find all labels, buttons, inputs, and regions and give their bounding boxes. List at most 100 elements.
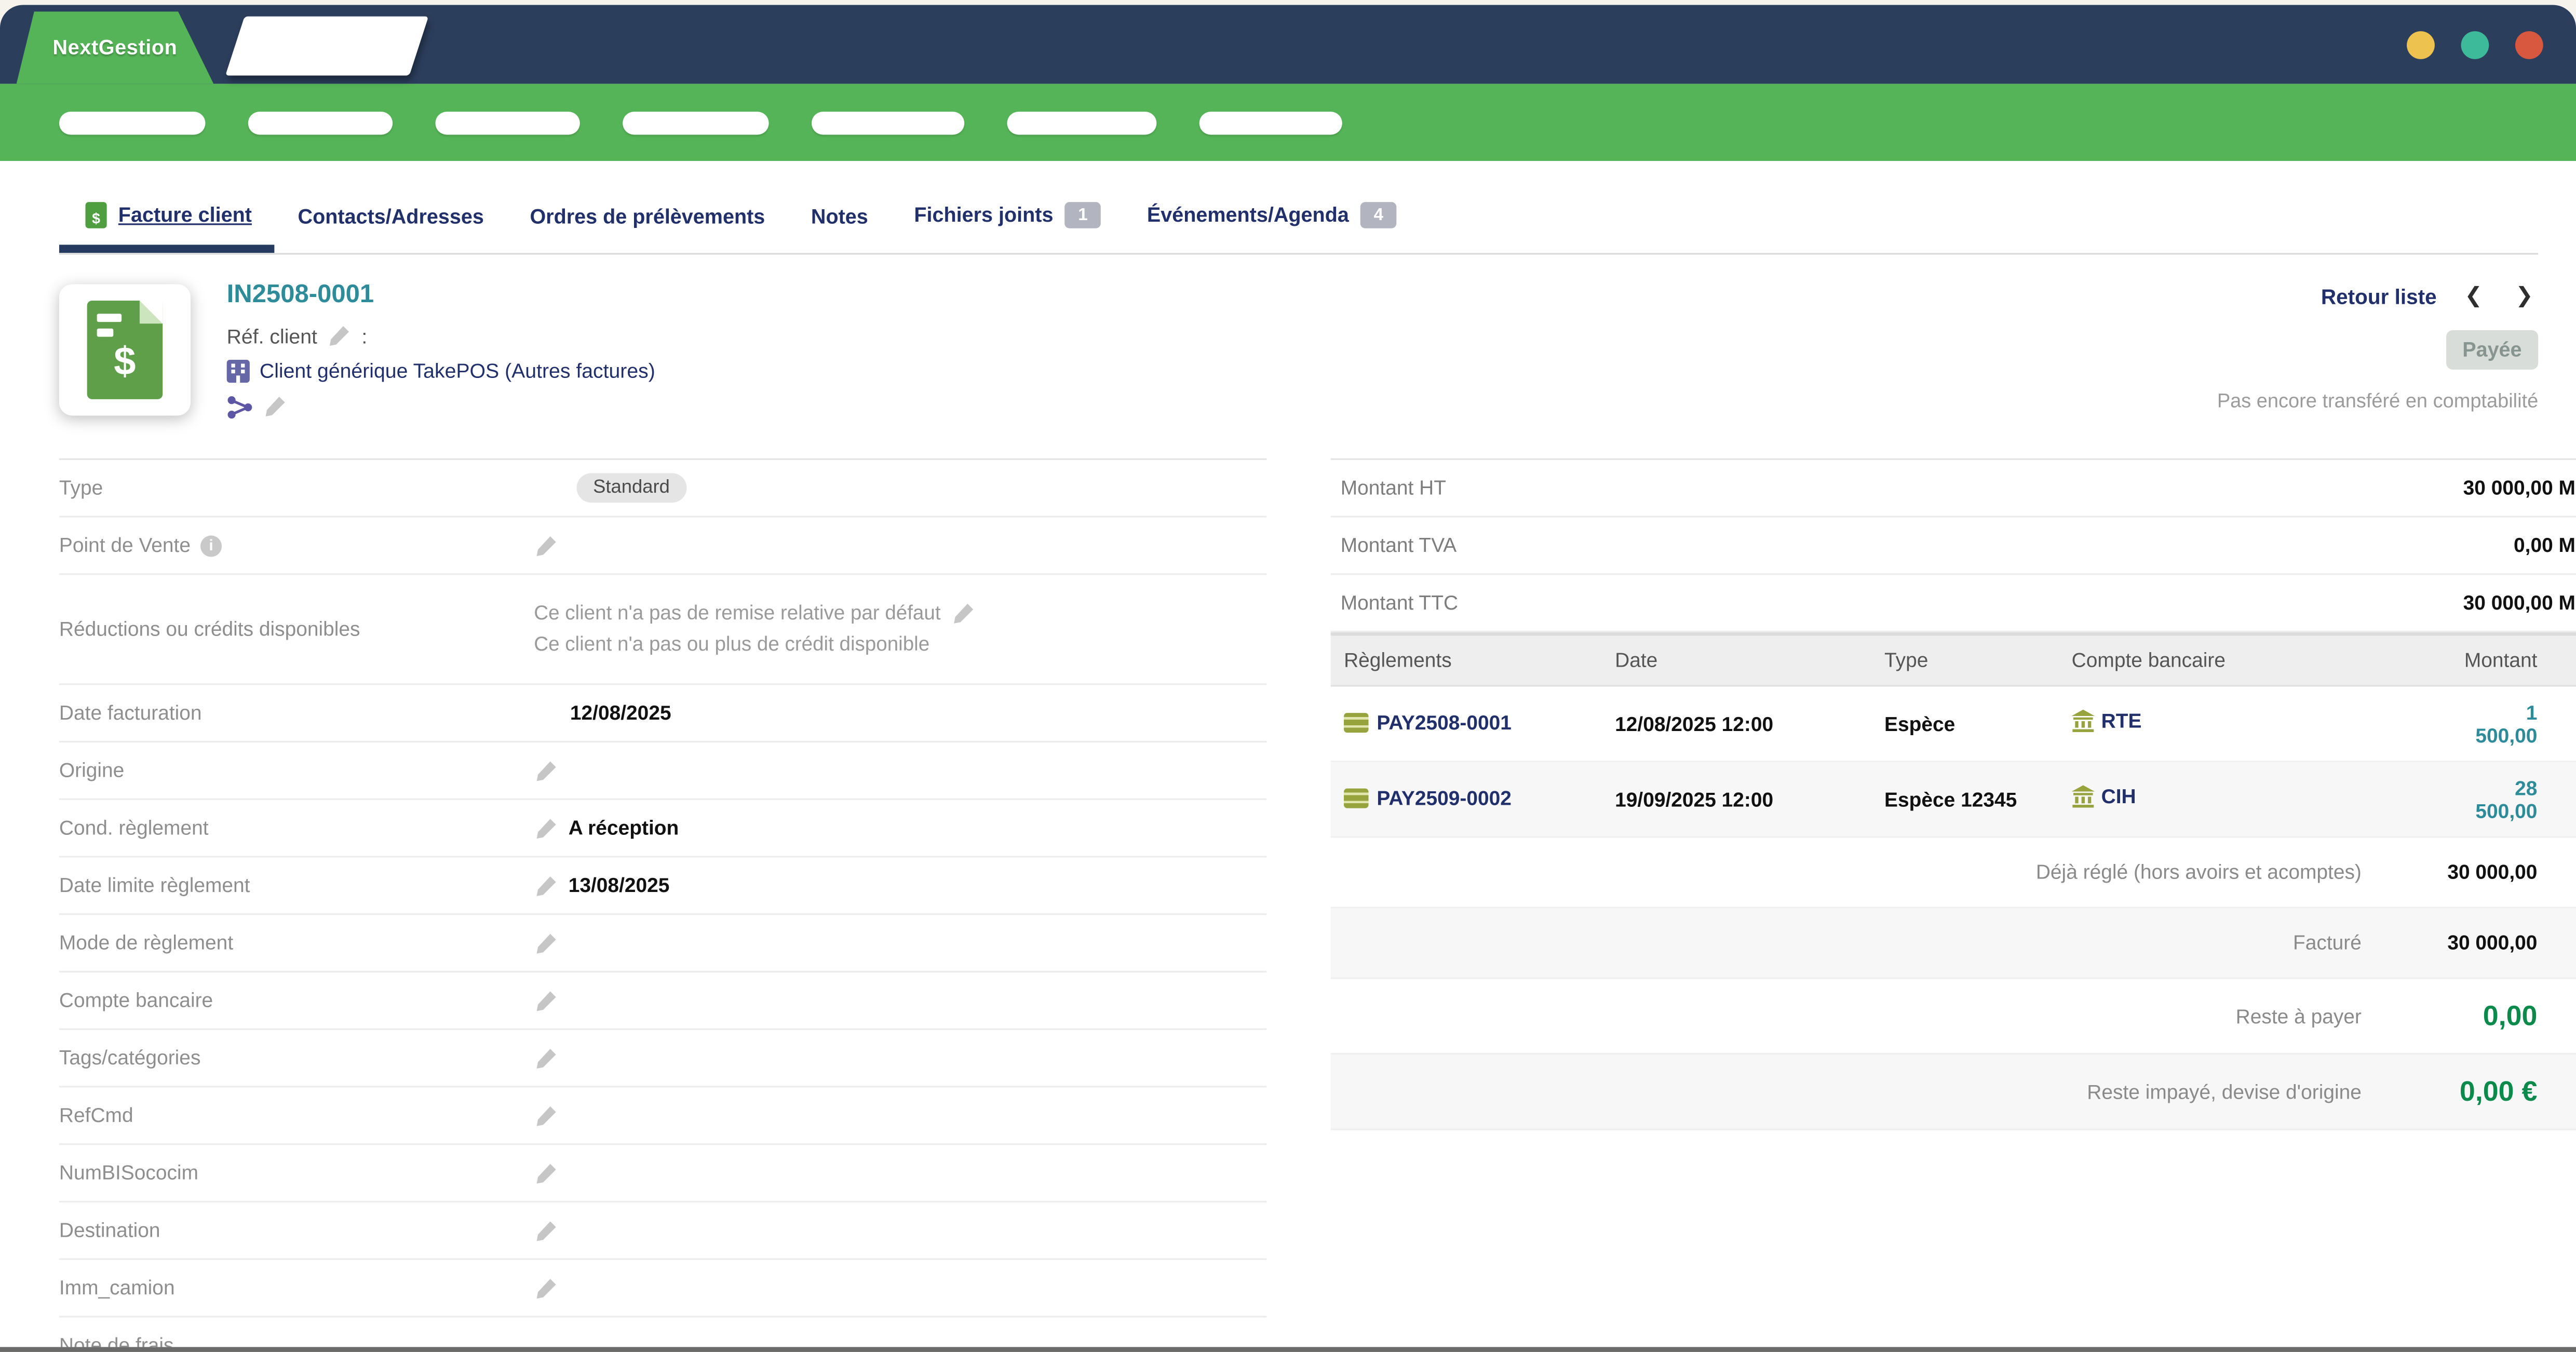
edit-project-icon[interactable] [263,394,287,418]
invoice-thumbnail-card: $ [59,284,191,415]
bank-icon [2072,710,2095,733]
row-label: Point de Vente [59,534,534,557]
tab-ordres-prelevements[interactable]: Ordres de prélèvements [507,205,788,253]
menu-item-placeholder[interactable] [812,111,964,134]
dollar-glyph: $ [87,340,163,386]
tab-facture-client[interactable]: Facture client [59,202,275,253]
edit-icon[interactable] [534,930,558,955]
amount-row-ttc: Montant TTC 30 000,00 MAD [1331,575,2576,632]
bank-icon [2072,785,2095,808]
edit-icon[interactable] [534,1160,558,1185]
total-label: Déjà réglé (hors avoirs et acomptes) [1331,861,2362,884]
page-content: Facture client Contacts/Adresses Ordres … [0,161,2576,1347]
payment-link[interactable]: PAY2509-0002 [1344,786,1512,809]
tab-contacts-adresses[interactable]: Contacts/Adresses [275,205,507,253]
menu-item-placeholder[interactable] [1007,111,1156,134]
row-label: Date limite règlement [59,874,534,897]
total-label: Reste impayé, devise d'origine [1331,1080,2362,1103]
row-label: Destination [59,1219,534,1242]
payments-table-header: Règlements Date Type Compte bancaire Mon… [1331,632,2576,686]
minimize-button[interactable] [2407,31,2435,59]
edit-icon[interactable] [534,873,558,898]
customer-link[interactable]: Client générique TakePOS (Autres facture… [260,360,655,383]
tab-notes[interactable]: Notes [788,205,891,253]
invoice-ref: IN2508-0001 [227,281,1849,310]
total-label: Reste à payer [1331,1005,2362,1027]
attachment-count-badge: 1 [1065,202,1101,228]
amounts-and-payments: Montant HT 30 000,00 MAD Montant TVA 0,0… [1331,458,2576,1130]
menu-item-placeholder[interactable] [1199,111,1342,134]
edit-icon[interactable] [534,1218,558,1242]
record-header-main: IN2508-0001 Réf. client : Client génériq… [227,278,1849,436]
edit-icon[interactable] [534,988,558,1012]
status-badge: Payée [2446,330,2539,370]
bank-account-link[interactable]: RTE [2072,710,2142,733]
app-window: NextGestion Facture clie [0,5,2576,1347]
table-row-cond-reglement: Cond. règlement A réception [59,800,1266,858]
tab-label: Ordres de prélèvements [530,205,765,228]
amount-label: Montant TVA [1341,534,1456,557]
edit-icon[interactable] [534,1046,558,1070]
amount-value: 30 000,00 MAD [2463,477,2576,499]
project-line [227,394,1849,418]
amount-value: 30 000,00 MAD [2463,591,2576,614]
table-row-note-de-frais: Note de frais [59,1317,1266,1347]
edit-ref-client-icon[interactable] [327,323,352,348]
bank-account-link[interactable]: CIH [2072,785,2136,808]
amount-label: Montant TTC [1341,591,1458,614]
edit-icon[interactable] [534,758,558,782]
brand-name: NextGestion [52,36,177,59]
edit-icon[interactable] [534,1103,558,1128]
money-bill-icon [1344,788,1368,807]
payment-date: 12/08/2025 12:00 [1615,712,1884,735]
tab-fichiers-joints[interactable]: Fichiers joints 1 [891,202,1124,253]
screen: NextGestion Facture clie [0,0,2576,1352]
main-menu-bar [0,84,2576,161]
back-to-list-link[interactable]: Retour liste [2321,283,2437,308]
edit-icon[interactable] [951,601,975,626]
edit-icon[interactable] [534,1276,558,1300]
table-row-date-facturation: Date facturation 12/08/2025 [59,685,1266,742]
detail-columns: Type Standard Point de Vente Réductions … [59,458,2538,1347]
row-label: Imm_camion [59,1276,534,1299]
total-value: 30 000,00 [2362,861,2576,884]
maximize-button[interactable] [2461,31,2489,59]
tab-evenements-agenda[interactable]: Événements/Agenda 4 [1124,202,1420,253]
payment-link[interactable]: PAY2508-0001 [1344,710,1512,733]
payment-amount: 28 500,00 [2464,776,2576,822]
discount-line-2: Ce client n'a pas ou plus de crédit disp… [534,629,929,660]
menu-item-placeholder[interactable] [248,111,393,134]
payment-amount: 1 500,00 [2464,700,2576,747]
next-record-arrow[interactable]: ❯ [2511,282,2538,309]
table-row-point-de-vente: Point de Vente [59,518,1266,575]
invoice-icon [86,202,107,228]
total-row-facture: Facturé 30 000,00 [1331,909,2576,979]
row-label: Type [59,477,534,499]
remaining-to-pay-value: 0,00 [2362,999,2576,1032]
amount-row-ht: Montant HT 30 000,00 MAD [1331,458,2576,518]
menu-item-placeholder[interactable] [623,111,769,134]
table-row-numbisococim: NumBISococim [59,1145,1266,1202]
payment-terms-value: A réception [569,816,679,839]
brand-logo: NextGestion [17,11,214,84]
menu-item-placeholder[interactable] [435,111,579,134]
record-header: $ IN2508-0001 Réf. client : Client génér… [59,278,2538,436]
total-label: Facturé [1331,931,2362,954]
payment-row: PAY2509-0002 19/09/2025 12:00 Espèce 123… [1331,762,2576,838]
table-row-destination: Destination [59,1202,1266,1260]
status-line: Payée [1848,330,2538,370]
accounting-note: Pas encore transféré en comptabilité [1848,389,2538,412]
menu-item-placeholder[interactable] [59,111,206,134]
prev-record-arrow[interactable]: ❮ [2460,282,2487,309]
row-label: Note de frais [59,1334,534,1347]
edit-icon[interactable] [534,533,558,558]
colon: : [361,325,367,347]
invoice-properties-table: Type Standard Point de Vente Réductions … [59,458,1266,1347]
blank-browser-tab[interactable] [225,17,428,76]
close-button[interactable] [2515,31,2543,59]
table-row-refcmd: RefCmd [59,1088,1266,1145]
col-header-compte: Compte bancaire [2072,649,2464,672]
row-label: Compte bancaire [59,989,534,1012]
table-row-date-limite: Date limite règlement 13/08/2025 [59,858,1266,915]
edit-icon[interactable] [534,816,558,840]
